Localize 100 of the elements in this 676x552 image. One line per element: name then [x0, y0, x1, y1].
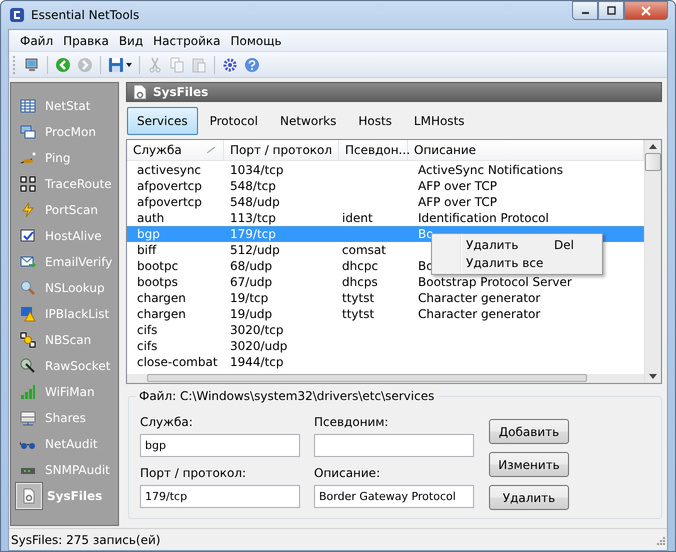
table-cell: afpovertcp: [137, 179, 202, 193]
close-button[interactable]: [624, 1, 668, 20]
maximize-icon: [606, 6, 616, 15]
satellite-icon: [20, 150, 36, 166]
maximize-button[interactable]: [598, 1, 624, 20]
vertical-scrollbar[interactable]: [644, 140, 661, 383]
windows-icon: [20, 124, 36, 140]
scrollbar-thumb[interactable]: [147, 374, 587, 382]
panel-title: SysFiles: [153, 85, 208, 99]
table-cell: Character generator: [418, 307, 540, 321]
table-cell: activesync: [137, 163, 202, 177]
table-cell: 113/tcp: [230, 211, 276, 225]
input-field[interactable]: 179/tcp: [140, 484, 300, 508]
scissors-icon: [147, 56, 163, 72]
table-cell: AFP over TCP: [418, 195, 497, 209]
monitor-warning-icon: [20, 306, 36, 322]
tab[interactable]: Protocol: [200, 107, 268, 135]
table-cell: 1034/tcp: [230, 163, 284, 177]
close-icon: [641, 6, 651, 16]
table-cell: comsat: [342, 243, 386, 257]
column-header[interactable]: Порт / протокол: [224, 140, 339, 160]
action-button[interactable]: Удалить: [489, 485, 569, 510]
tab[interactable]: LMHosts: [404, 107, 475, 135]
input-field[interactable]: [314, 434, 474, 457]
table-cell: ttytst: [342, 307, 374, 321]
clipboard-icon: [191, 56, 207, 72]
copy-icon: [169, 56, 185, 72]
input-field[interactable]: bgp: [140, 434, 300, 457]
help-icon: [244, 56, 260, 72]
table-cell: cifs: [137, 323, 158, 337]
table-cell: 68/udp: [230, 259, 272, 273]
menu-item[interactable]: Правка: [58, 34, 114, 48]
table-cell: Bootstrap Protocol Server: [418, 275, 572, 289]
tab[interactable]: Services: [127, 107, 198, 135]
table-cell: dhcpc: [342, 259, 378, 273]
action-button[interactable]: Изменить: [489, 452, 569, 477]
table-cell: 3020/udp: [230, 339, 288, 353]
document-gear-icon: [21, 488, 37, 504]
table-cell: bootpc: [137, 259, 178, 273]
table-cell: chargen: [137, 307, 186, 321]
magnifier-icon: [20, 280, 36, 296]
action-button[interactable]: Добавить: [489, 419, 569, 444]
table-cell: afpovertcp: [137, 195, 202, 209]
file-path-label: Файл: C:\Windows\system32\drivers\etc\services: [136, 389, 438, 403]
table-cell: chargen: [137, 291, 186, 305]
cable-plug-icon: [20, 358, 36, 374]
input-field[interactable]: Border Gateway Protocol: [314, 484, 474, 508]
resize-grip-icon: [655, 534, 665, 544]
table-cell: 19/tcp: [230, 291, 268, 305]
table-cell: 3020/tcp: [230, 323, 284, 337]
scroll-up-arrow-icon[interactable]: [649, 144, 657, 149]
tab[interactable]: Hosts: [348, 107, 402, 135]
table-cell: Identification Protocol: [418, 211, 549, 225]
table-cell: AFP over TCP: [418, 179, 497, 193]
envelope-arrow-icon: [20, 254, 36, 270]
table-cell: 179/tcp: [230, 227, 276, 241]
field-label: Служба:: [140, 415, 194, 429]
field-label: Порт / протокол:: [140, 466, 248, 480]
menu-item[interactable]: Файл: [15, 34, 58, 48]
menu-item-label: Удалить: [466, 238, 518, 252]
menu-item[interactable]: Настройка: [148, 34, 226, 48]
table-cell: bootps: [137, 275, 178, 289]
lightning-icon: [20, 202, 36, 218]
scrollbar-thumb[interactable]: [645, 153, 661, 171]
table-cell: ttytst: [342, 291, 374, 305]
column-header[interactable]: Псевдон...: [339, 140, 408, 160]
signal-bars-icon: [20, 384, 36, 400]
table-cell: cifs: [137, 339, 158, 353]
table-cell: biff: [137, 243, 156, 257]
table-cell: 548/tcp: [230, 179, 276, 193]
table-cell: ident: [342, 211, 373, 225]
table-cell: 512/udp: [230, 243, 280, 257]
menu-item[interactable]: Вид: [114, 34, 148, 48]
table-cell: 1944/tcp: [230, 355, 284, 369]
status-text: SysFiles: 275 запись(ей): [11, 532, 160, 546]
app-icon: [9, 7, 25, 23]
table-cell: close-combat: [137, 355, 218, 369]
caret-icon: [126, 62, 132, 66]
horizontal-scrollbar[interactable]: [127, 374, 644, 383]
table-cell: bgp: [137, 227, 160, 241]
network-question-icon: [20, 332, 36, 348]
table-cell: 19/udp: [230, 307, 272, 321]
window-check-icon: [20, 228, 36, 244]
scroll-down-arrow-icon[interactable]: [649, 374, 657, 379]
tab[interactable]: Networks: [270, 107, 346, 135]
menu-item-label: Удалить все: [466, 256, 544, 270]
minimize-button[interactable]: [572, 1, 598, 20]
table-cell: dhcps: [342, 275, 378, 289]
menu-item[interactable]: Помощь: [225, 34, 287, 48]
column-header[interactable]: Служба: [127, 140, 224, 160]
shortcut-label: Del: [554, 238, 574, 252]
settings-icon: [222, 56, 238, 72]
field-label: Описание:: [314, 466, 382, 480]
table-cell: Character generator: [418, 291, 540, 305]
server-icon: [20, 410, 36, 426]
table-cell: ActiveSync Notifications: [418, 163, 563, 177]
window-title: Essential NetTools: [31, 8, 140, 22]
table-cell: 548/udp: [230, 195, 280, 209]
field-label: Псевдоним:: [314, 415, 390, 429]
table-icon: [20, 98, 36, 114]
